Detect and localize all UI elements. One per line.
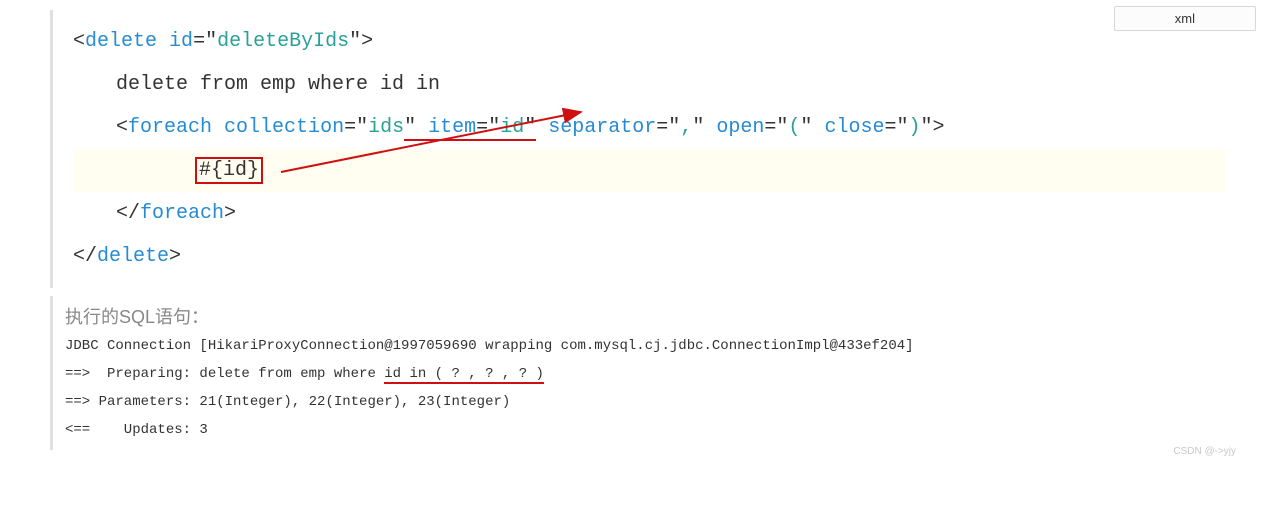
quote: " [668,116,680,139]
attr-item: item [428,116,476,141]
output-label: 执行的SQL语句： [65,302,1226,332]
quote: " [800,116,812,139]
xml-code-block: <delete id="deleteByIds"> delete from em… [50,10,1226,288]
val-deletebyids: deleteByIds [217,30,349,53]
quote-underlined: " [524,116,536,141]
foreach-body: #{id} [195,157,263,184]
code-line-1: <delete id="deleteByIds"> [73,20,1226,63]
quote: " [896,116,908,139]
attr-open: open [716,116,764,139]
val-id: id [500,116,524,141]
attr-separator: separator [548,116,656,139]
quote-underlined: " [488,116,500,141]
quote: " [356,116,368,139]
quote-underlined: " [404,116,416,141]
quote: " [205,30,217,53]
sql-text: delete from emp where id in [116,73,440,96]
code-line-5: </foreach> [73,192,1226,235]
val-open: ( [788,116,800,139]
tag-foreach: foreach [128,116,212,139]
eq: = [656,116,668,139]
output-line-4: <== Updates: 3 [65,416,1226,444]
val-sep: , [680,116,692,139]
quote: " [776,116,788,139]
attr-collection: collection [224,116,344,139]
quote: " [349,30,361,53]
out-l2a: ==> Preparing: delete from emp where [65,366,384,382]
output-line-1: JDBC Connection [HikariProxyConnection@1… [65,332,1226,360]
watermark: CSDN @->yjy [1173,446,1236,457]
eq: = [764,116,776,139]
output-line-2: ==> Preparing: delete from emp where id … [65,360,1226,388]
space [157,30,169,53]
code-line-2: delete from emp where id in [73,63,1226,106]
code-line-3: <foreach collection="ids" item="id" sepa… [73,106,1226,149]
bracket: </ [116,202,140,225]
bracket: > [933,116,945,139]
attr-id: id [169,30,193,53]
eq: = [193,30,205,53]
bracket: > [224,202,236,225]
bracket: > [169,245,181,268]
tag-foreach-close: foreach [140,202,224,225]
val-ids: ids [368,116,404,139]
code-line-4: #{id} [73,149,1226,192]
tag-delete: delete [85,30,157,53]
sql-output-block: 执行的SQL语句： JDBC Connection [HikariProxyCo… [50,296,1226,450]
output-line-3: ==> Parameters: 21(Integer), 22(Integer)… [65,388,1226,416]
code-line-6: </delete> [73,235,1226,278]
underline-gap [416,116,428,141]
tag-delete-close: delete [97,245,169,268]
bracket: </ [73,245,97,268]
eq: = [344,116,356,139]
bracket: > [361,30,373,53]
eq: = [884,116,896,139]
quote: " [692,116,704,139]
bracket: < [73,30,85,53]
val-close: ) [909,116,921,139]
eq-underlined: = [476,116,488,141]
out-l2b-underlined: id in ( ? , ? , ? ) [384,366,544,384]
attr-close: close [824,116,884,139]
bracket: < [116,116,128,139]
quote: " [921,116,933,139]
